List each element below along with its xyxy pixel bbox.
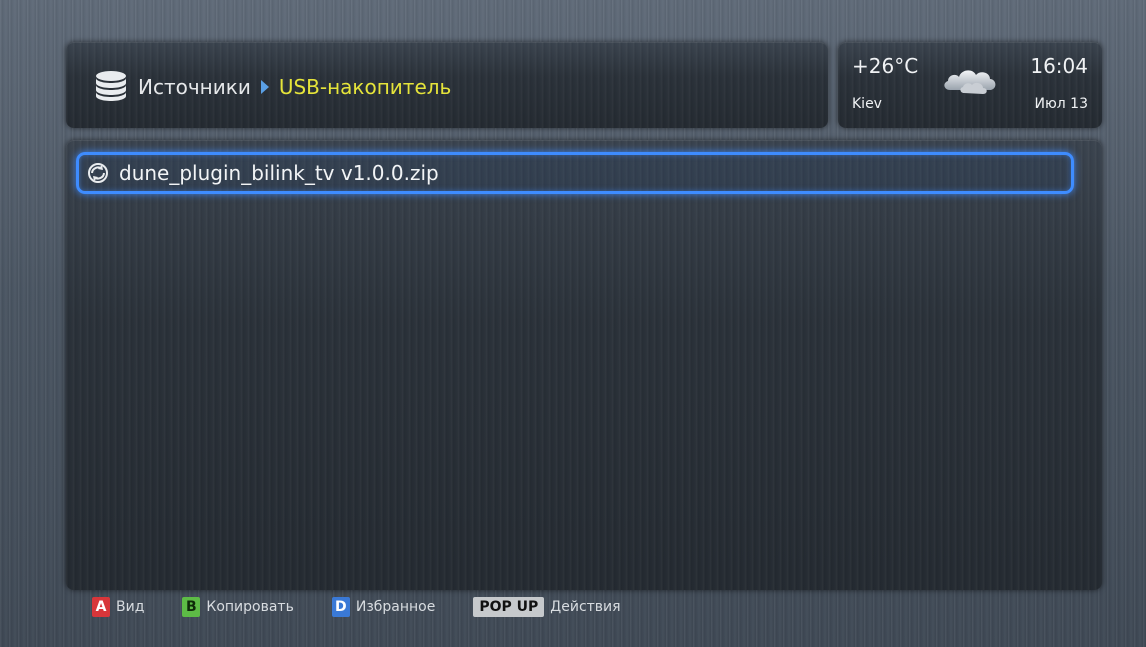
hint-copy[interactable]: B Копировать	[182, 597, 294, 617]
breadcrumb-current: USB-накопитель	[278, 75, 452, 99]
breadcrumb-root[interactable]: Источники	[138, 75, 251, 99]
file-list-item[interactable]: dune_plugin_bilink_tv v1.0.0.zip	[76, 152, 1074, 194]
hint-actions[interactable]: POP UP Действия	[473, 597, 621, 617]
hint-view[interactable]: A Вид	[92, 597, 144, 617]
clock-date: Июл 13	[1034, 96, 1088, 112]
cloud-icon	[944, 70, 996, 94]
clock-time: 16:04	[1030, 54, 1088, 78]
chevron-right-icon	[260, 80, 269, 94]
breadcrumb: Источники USB-накопитель	[138, 72, 451, 102]
hint-label: Копировать	[206, 599, 294, 615]
update-icon	[88, 163, 108, 183]
key-popup-badge: POP UP	[473, 597, 545, 617]
key-a-badge: A	[92, 597, 110, 617]
city-name: Kiev	[852, 96, 882, 112]
database-icon	[96, 71, 126, 101]
hint-favorites[interactable]: D Избранное	[331, 597, 436, 617]
footer-hints: A Вид B Копировать D Избранное POP UP Де…	[92, 596, 659, 618]
weather-panel: +26°C 16:04 Kiev Июл 13	[838, 42, 1102, 128]
file-list-panel: dune_plugin_bilink_tv v1.0.0.zip	[66, 140, 1102, 590]
hint-label: Действия	[550, 599, 621, 615]
header-panel: Источники USB-накопитель	[66, 42, 828, 128]
key-d-badge: D	[331, 597, 350, 617]
key-b-badge: B	[182, 597, 201, 617]
hint-label: Избранное	[355, 599, 436, 615]
file-name: dune_plugin_bilink_tv v1.0.0.zip	[119, 161, 439, 185]
temperature: +26°C	[852, 54, 919, 78]
hint-label: Вид	[116, 599, 145, 615]
